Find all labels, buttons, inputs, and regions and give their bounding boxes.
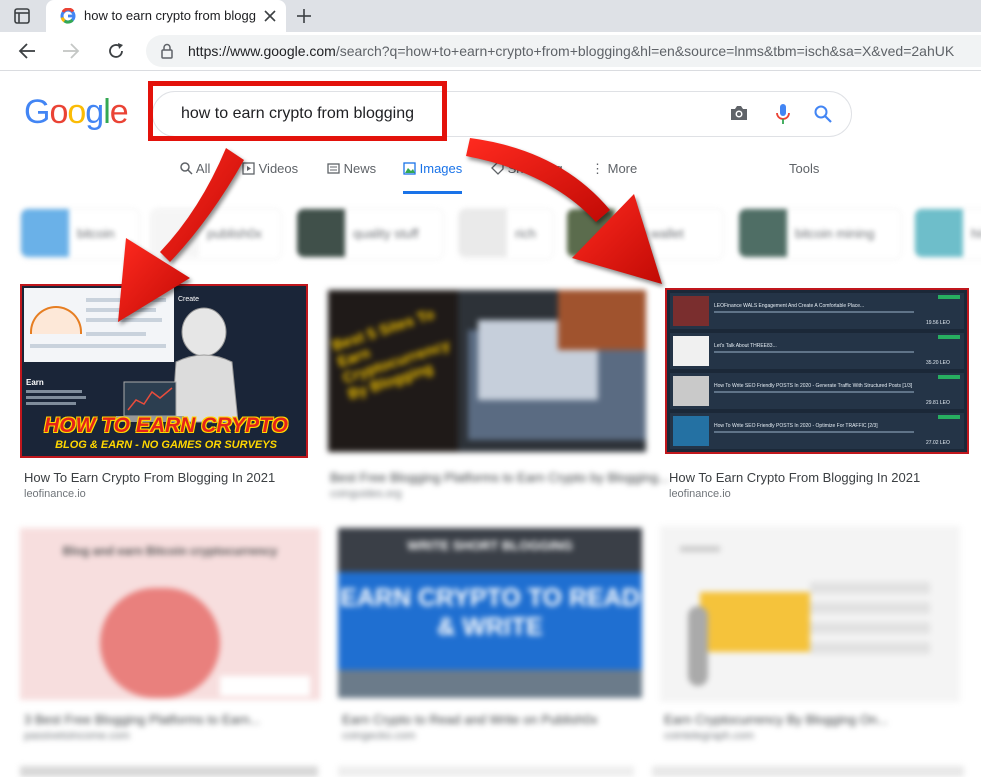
left-arrow (118, 148, 244, 322)
annotation-arrows (118, 138, 662, 322)
right-arrow (466, 138, 662, 284)
